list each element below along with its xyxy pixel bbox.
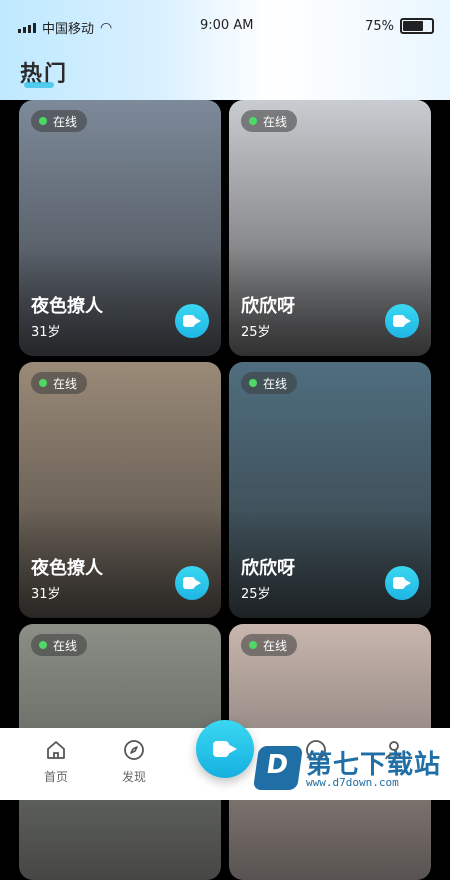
profile-card[interactable]: 在线 欣欣呀 25岁 bbox=[229, 100, 431, 356]
tab-label: 发现 bbox=[121, 770, 146, 784]
header: 热门 bbox=[0, 56, 450, 100]
profile-age: 31岁 bbox=[31, 325, 61, 340]
watermark-url: www.d7down.com bbox=[306, 776, 399, 789]
online-badge: 在线 bbox=[31, 372, 88, 394]
profile-card[interactable]: 在线 欣欣呀 25岁 bbox=[229, 362, 431, 618]
tab-home[interactable]: 首页 bbox=[26, 738, 86, 785]
online-badge: 在线 bbox=[31, 110, 88, 132]
online-label: 在线 bbox=[263, 376, 288, 391]
video-camera-icon bbox=[393, 315, 411, 327]
profile-name: 夜色撩人 bbox=[31, 558, 103, 579]
card-grid: 在线 夜色撩人 31岁 在线 欣欣呀 25岁 在线 夜色撩人 31岁 在线 欣欣… bbox=[0, 96, 450, 880]
profile-card[interactable]: 在线 夜色撩人 31岁 bbox=[19, 362, 221, 618]
profile-age: 31岁 bbox=[31, 587, 61, 602]
profile-age: 25岁 bbox=[241, 587, 271, 602]
online-label: 在线 bbox=[263, 638, 288, 653]
status-left: 中国移动 ◠ bbox=[18, 18, 112, 37]
online-dot bbox=[249, 117, 257, 125]
online-badge: 在线 bbox=[241, 110, 298, 132]
tab-label: 首页 bbox=[43, 770, 68, 784]
signal-icon bbox=[18, 22, 36, 33]
profile-name: 欣欣呀 bbox=[241, 296, 295, 317]
profile-age: 25岁 bbox=[241, 325, 271, 340]
profile-name: 夜色撩人 bbox=[31, 296, 103, 317]
online-dot bbox=[249, 641, 257, 649]
profile-name: 欣欣呀 bbox=[241, 558, 295, 579]
profile-card[interactable]: 在线 夜色撩人 31岁 bbox=[19, 100, 221, 356]
carrier-name: 中国移动 bbox=[42, 22, 95, 37]
video-call-icon bbox=[213, 741, 237, 757]
status-bar: 中国移动 ◠ 9:00 AM 75% bbox=[0, 0, 450, 56]
title-underline bbox=[24, 82, 54, 88]
compass-icon bbox=[124, 740, 144, 760]
online-dot bbox=[39, 117, 47, 125]
online-badge: 在线 bbox=[241, 372, 298, 394]
online-label: 在线 bbox=[263, 114, 288, 129]
video-call-button[interactable] bbox=[385, 304, 419, 338]
video-camera-icon bbox=[183, 577, 201, 589]
video-camera-icon bbox=[393, 577, 411, 589]
status-time: 9:00 AM bbox=[200, 18, 254, 33]
home-icon bbox=[47, 741, 65, 759]
online-label: 在线 bbox=[53, 376, 78, 391]
video-camera-icon bbox=[183, 315, 201, 327]
watermark-logo: D bbox=[252, 746, 304, 790]
battery-icon bbox=[400, 18, 434, 34]
online-label: 在线 bbox=[53, 638, 78, 653]
tab-discover[interactable]: 发现 bbox=[104, 738, 164, 785]
online-badge: 在线 bbox=[31, 634, 88, 656]
online-dot bbox=[39, 641, 47, 649]
video-call-button[interactable] bbox=[175, 304, 209, 338]
online-badge: 在线 bbox=[241, 634, 298, 656]
watermark: D 第七下载站 www.d7down.com bbox=[252, 744, 446, 792]
online-dot bbox=[39, 379, 47, 387]
video-call-button[interactable] bbox=[385, 566, 419, 600]
online-dot bbox=[249, 379, 257, 387]
battery-percent: 75% bbox=[365, 18, 394, 34]
status-right: 75% bbox=[365, 18, 434, 34]
wifi-icon: ◠ bbox=[100, 19, 113, 36]
center-video-call-button[interactable] bbox=[196, 720, 254, 778]
video-call-button[interactable] bbox=[175, 566, 209, 600]
watermark-logo-letter: D bbox=[264, 750, 291, 780]
online-label: 在线 bbox=[53, 114, 78, 129]
